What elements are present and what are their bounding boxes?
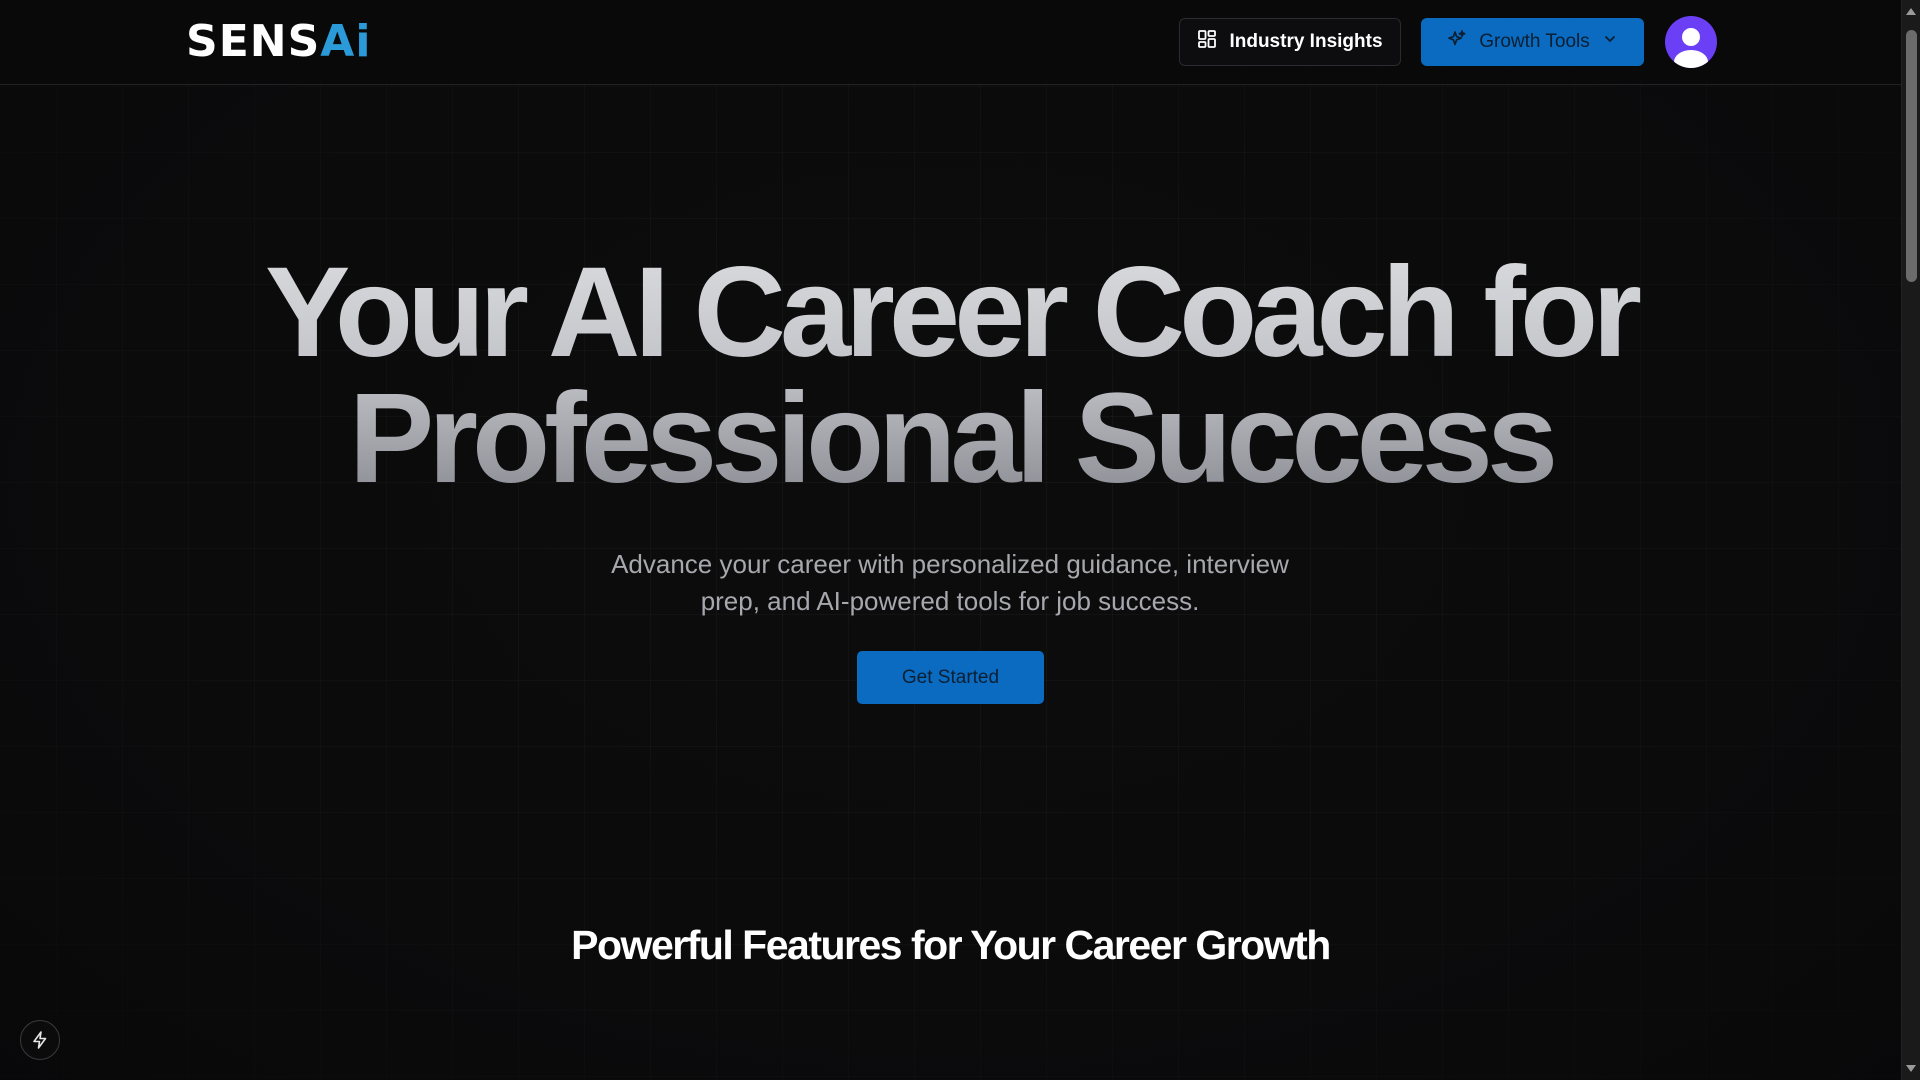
sensai-logo[interactable]: SENS Ai (186, 18, 371, 66)
chevron-down-icon (1602, 31, 1618, 53)
logo-text-ai: Ai (320, 16, 372, 67)
hero-subtitle-line2: prep, and AI-powered tools for job succe… (700, 586, 1200, 616)
hero-subtitle-line1: Advance your career with personalized gu… (611, 549, 1289, 579)
page: SENS Ai Industry Insights Growth Tools Y… (0, 0, 1901, 1080)
hero-title-line1: Your AI Career Coach for (265, 241, 1636, 384)
scroll-down-arrow-icon[interactable] (1906, 1065, 1916, 1072)
scroll-up-arrow-icon[interactable] (1906, 8, 1916, 15)
hero-title-line2: Professional Success (348, 367, 1553, 510)
vertical-scrollbar[interactable] (1901, 0, 1920, 1080)
growth-tools-dropdown[interactable]: Growth Tools (1421, 18, 1644, 66)
user-avatar-icon[interactable] (1665, 16, 1717, 68)
growth-tools-label: Growth Tools (1479, 31, 1590, 52)
sparkles-icon (1447, 29, 1467, 55)
hero-subtitle: Advance your career with personalized gu… (560, 546, 1340, 620)
logo-text-sens: SENS (186, 16, 321, 67)
hero-title: Your AI Career Coach for Professional Su… (0, 250, 1901, 502)
top-navbar: SENS Ai Industry Insights Growth Tools (0, 0, 1901, 85)
industry-insights-label: Industry Insights (1229, 31, 1383, 52)
features-section-title: Powerful Features for Your Career Growth (571, 922, 1331, 968)
scrollbar-thumb[interactable] (1906, 30, 1917, 282)
lightning-icon[interactable] (20, 1020, 60, 1060)
get-started-button[interactable]: Get Started (857, 651, 1044, 704)
background-vignette (0, 0, 1901, 1080)
industry-insights-button[interactable]: Industry Insights (1179, 18, 1401, 66)
layout-dashboard-icon (1197, 29, 1217, 55)
